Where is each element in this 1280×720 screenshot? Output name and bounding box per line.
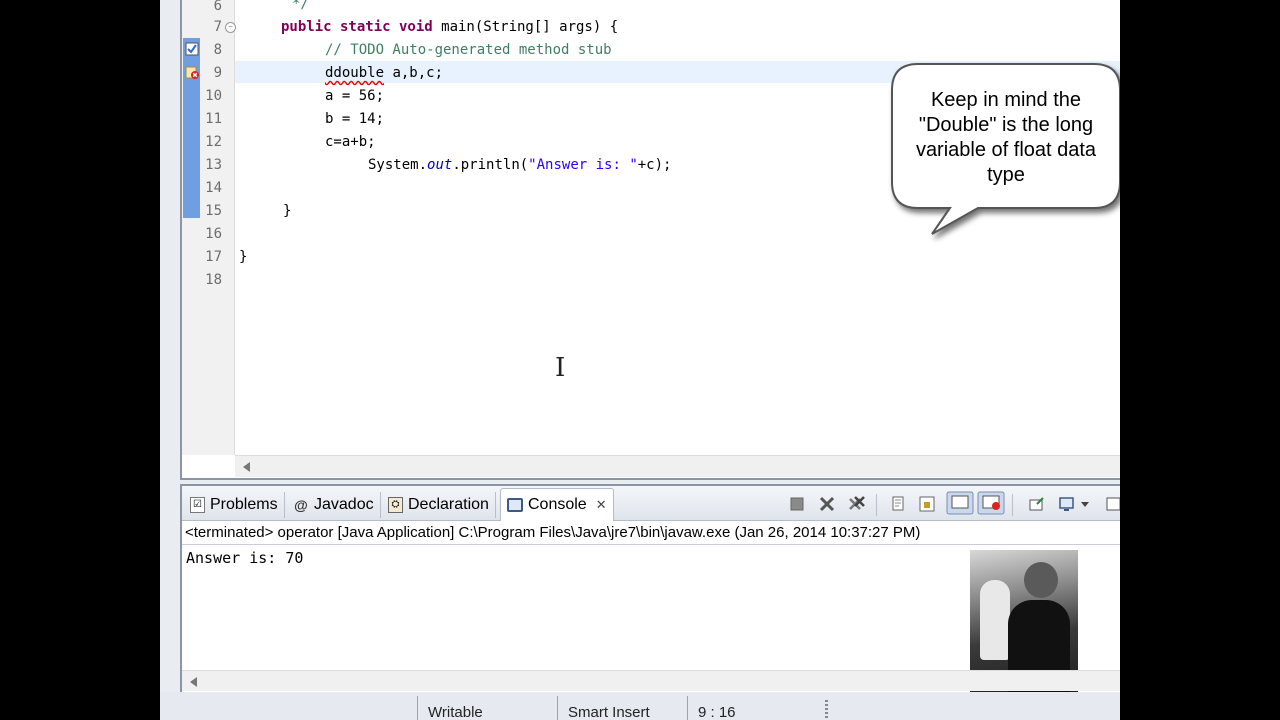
show-on-error-icon[interactable] <box>977 491 1005 515</box>
declaration-icon: ⛭ <box>388 497 403 513</box>
console-icon <box>507 498 523 512</box>
status-separator <box>687 696 688 720</box>
editor-horizontal-scrollbar[interactable] <box>235 455 1120 477</box>
console-view: ☑ Problems @ Javadoc ⛭ Declaration Conso… <box>180 484 1120 694</box>
console-output: Answer is: 70 <box>186 549 304 567</box>
code-line: ddouble a,b,c; <box>325 65 444 81</box>
java-editor: 6 7 − 8 9 10 11 12 13 14 15 16 17 18 */ … <box>180 0 1120 480</box>
pin-console-icon[interactable] <box>1028 495 1046 513</box>
line-number: 7 <box>213 19 222 35</box>
show-on-output-icon[interactable] <box>946 491 974 515</box>
eclipse-window: 6 7 − 8 9 10 11 12 13 14 15 16 17 18 */ … <box>160 0 1120 720</box>
line-number: 13 <box>205 157 222 173</box>
line-number: 11 <box>205 111 222 127</box>
code-line: c=a+b; <box>325 134 376 150</box>
scroll-left-icon[interactable] <box>190 677 197 687</box>
line-number: 18 <box>205 272 222 288</box>
line-number-gutter: 6 7 − 8 9 10 11 12 13 14 15 16 17 18 <box>182 0 236 455</box>
remove-all-launches-icon[interactable] <box>848 495 866 513</box>
status-separator <box>557 696 558 720</box>
line-number: 8 <box>213 42 222 58</box>
code-line: a = 56; <box>325 88 385 104</box>
code-line: b = 14; <box>325 111 385 127</box>
line-number: 14 <box>205 180 222 196</box>
line-number: 9 <box>213 65 222 81</box>
dropdown-arrow-icon[interactable] <box>1080 495 1090 513</box>
tab-javadoc[interactable]: @ Javadoc <box>287 492 381 518</box>
close-tab-icon[interactable]: ✕ <box>596 497 607 513</box>
tab-declaration[interactable]: ⛭ Declaration <box>382 492 496 518</box>
minimize-view-icon[interactable] <box>1104 495 1120 513</box>
status-separator <box>417 696 418 720</box>
insert-mode-status[interactable]: Smart Insert <box>568 704 650 720</box>
scroll-left-icon[interactable] <box>243 462 250 472</box>
code-line: */ <box>292 0 309 12</box>
display-console-icon[interactable] <box>1058 495 1076 513</box>
console-horizontal-scrollbar[interactable] <box>182 670 1120 691</box>
code-line: } <box>283 203 292 219</box>
remove-launch-icon[interactable] <box>818 495 836 513</box>
status-grip-icon <box>825 700 828 718</box>
syntax-error-token: ddouble <box>325 65 385 81</box>
scroll-lock-icon[interactable] <box>918 495 936 513</box>
line-number: 15 <box>205 203 222 219</box>
callout-text: Keep in mind the "Double" is the long va… <box>915 89 1097 186</box>
launch-status-line: <terminated> operator [Java Application]… <box>182 522 1120 545</box>
line-number: 6 <box>213 0 222 14</box>
clear-console-icon[interactable] <box>890 495 908 513</box>
code-line: } <box>239 249 248 265</box>
terminate-icon[interactable] <box>788 495 806 513</box>
tab-problems[interactable]: ☑ Problems <box>184 492 285 518</box>
toolbar-separator <box>1012 494 1013 516</box>
line-number: 17 <box>205 249 222 265</box>
view-tab-bar: ☑ Problems @ Javadoc ⛭ Declaration Conso… <box>182 486 1120 521</box>
line-number: 12 <box>205 134 222 150</box>
code-line: // TODO Auto-generated method stub <box>325 42 612 58</box>
text-cursor-icon: I <box>555 353 566 383</box>
problems-icon: ☑ <box>190 497 205 513</box>
at-icon: @ <box>294 497 308 513</box>
code-line: System.out.println("Answer is: "+c); <box>368 157 672 173</box>
cursor-position-status: 9 : 16 <box>698 704 736 720</box>
toolbar-separator <box>876 494 877 516</box>
line-number: 10 <box>205 88 222 104</box>
speech-bubble-callout: Keep in mind the "Double" is the long va… <box>890 62 1120 235</box>
writable-status: Writable <box>428 704 483 720</box>
code-line: public static void main(String[] args) { <box>281 19 619 35</box>
status-bar: Writable Smart Insert 9 : 16 <box>160 692 1120 720</box>
tab-console[interactable]: Console ✕ <box>500 488 614 521</box>
line-number: 16 <box>205 226 222 242</box>
